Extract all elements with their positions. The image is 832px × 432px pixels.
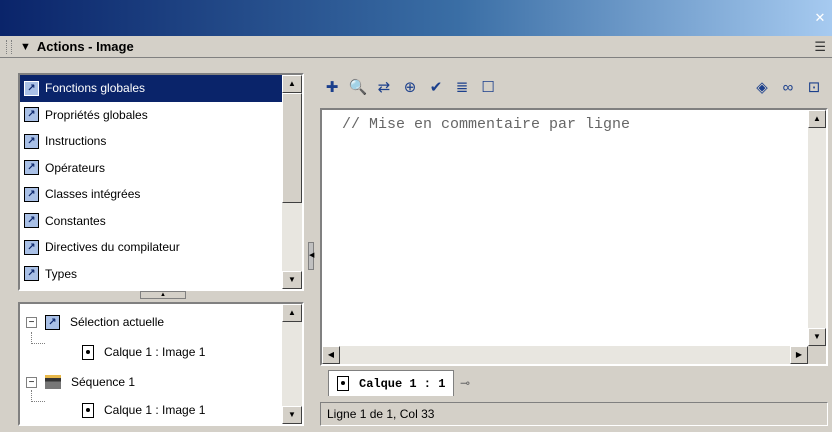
- pin-script-icon[interactable]: ⊸: [460, 376, 470, 390]
- scroll-up-arrow-icon[interactable]: ▲: [282, 304, 302, 322]
- editor-vertical-scrollbar[interactable]: ▲ ▼: [808, 110, 826, 346]
- scroll-thumb[interactable]: [282, 93, 302, 203]
- category-item-global-properties[interactable]: ↗ Propriétés globales: [20, 102, 282, 129]
- book-icon: ↗: [24, 160, 39, 176]
- frame-icon: [337, 376, 349, 391]
- script-editor[interactable]: // Mise en commentaire par ligne ▲ ▼ ◀ ▶: [320, 108, 828, 366]
- scroll-down-arrow-icon[interactable]: ▼: [282, 271, 302, 289]
- book-icon: ↗: [24, 186, 39, 202]
- book-icon: ↗: [24, 80, 39, 96]
- script-navigator-tree[interactable]: − ↗ Sélection actuelle Calque 1 : Image …: [18, 302, 304, 426]
- category-label: Propriétés globales: [45, 107, 148, 122]
- category-label: Opérateurs: [45, 160, 106, 175]
- target-path-icon[interactable]: ⊕: [398, 76, 422, 98]
- tree-item-sequence-frame[interactable]: Calque 1 : Image 1: [82, 398, 205, 422]
- script-toolbar: ✚ 🔍 ⇄ ⊕ ✔ ≣ ☐ ◈ ∞ ⊡: [320, 72, 828, 102]
- frame-icon: [82, 402, 94, 418]
- vertical-splitter[interactable]: ◀: [308, 66, 314, 428]
- category-item-compiler-directives[interactable]: ↗ Directives du compilateur: [20, 234, 282, 261]
- category-item-builtin-classes[interactable]: ↗ Classes intégrées: [20, 181, 282, 208]
- scroll-down-arrow-icon[interactable]: ▼: [808, 328, 826, 346]
- scene-clapper-icon: [45, 375, 61, 389]
- add-item-icon[interactable]: ✚: [320, 76, 344, 98]
- tree-label: Calque 1 : Image 1: [104, 345, 206, 359]
- category-item-global-functions[interactable]: ↗ Fonctions globales: [20, 75, 282, 102]
- category-label: Classes intégrées: [45, 187, 141, 202]
- category-label: Instructions: [45, 134, 107, 149]
- view-options-icon[interactable]: ⊡: [802, 76, 826, 98]
- scroll-down-arrow-icon[interactable]: ▼: [282, 406, 302, 424]
- selection-arrow-icon: ↗: [45, 314, 60, 330]
- close-icon[interactable]: ✕: [812, 10, 828, 26]
- category-item-operators[interactable]: ↗ Opérateurs: [20, 155, 282, 182]
- panel-menu-icon[interactable]: ☰: [814, 39, 826, 55]
- drag-grip-icon[interactable]: [6, 39, 12, 54]
- category-label: Fonctions globales: [45, 81, 146, 96]
- scroll-left-arrow-icon[interactable]: ◀: [322, 346, 340, 364]
- check-syntax-icon[interactable]: ✔: [424, 76, 448, 98]
- tree-label: Séquence 1: [71, 375, 136, 389]
- tree-label: Calque 1 : Image 1: [104, 403, 206, 417]
- scroll-corner: [808, 346, 826, 364]
- tab-label: Calque 1 : 1: [359, 376, 446, 391]
- actions-category-list[interactable]: ↗ Fonctions globales ↗ Propriétés global…: [18, 73, 304, 291]
- tree-item-selection-frame[interactable]: Calque 1 : Image 1: [82, 340, 205, 364]
- tree-item-current-selection[interactable]: − ↗ Sélection actuelle: [26, 310, 164, 334]
- code-hint-icon[interactable]: ☐: [476, 76, 500, 98]
- code-line[interactable]: // Mise en commentaire par ligne: [342, 116, 630, 133]
- category-item-constants[interactable]: ↗ Constantes: [20, 208, 282, 235]
- horizontal-splitter-handle[interactable]: ▲: [140, 291, 186, 299]
- category-item-statements[interactable]: ↗ Instructions: [20, 128, 282, 155]
- book-icon: ↗: [24, 133, 39, 149]
- scroll-right-arrow-icon[interactable]: ▶: [790, 346, 808, 364]
- find-icon[interactable]: 🔍: [346, 76, 370, 98]
- scroll-up-arrow-icon[interactable]: ▲: [282, 75, 302, 93]
- tree-scrollbar[interactable]: ▲ ▼: [282, 304, 302, 424]
- frame-icon: [82, 344, 94, 360]
- tree-label: Sélection actuelle: [70, 315, 165, 329]
- category-list-scrollbar[interactable]: ▲ ▼: [282, 75, 302, 289]
- book-icon: ↗: [24, 266, 39, 282]
- collapse-toggle-icon[interactable]: −: [26, 316, 37, 328]
- book-icon: ↗: [24, 213, 39, 229]
- window-title-bar[interactable]: ✕: [0, 0, 832, 36]
- debug-options-icon[interactable]: ∞: [776, 76, 800, 98]
- replace-icon[interactable]: ⇄: [372, 76, 396, 98]
- editor-horizontal-scrollbar[interactable]: ◀ ▶: [322, 346, 808, 364]
- panel-header[interactable]: ▼ Actions - Image ☰: [0, 36, 832, 58]
- category-label: Directives du compilateur: [45, 240, 180, 255]
- script-tabs: Calque 1 : 1 ⊸: [320, 368, 828, 398]
- book-icon: ↗: [24, 107, 39, 123]
- category-label: Constantes: [45, 213, 106, 228]
- tab-current-script[interactable]: Calque 1 : 1: [328, 370, 455, 396]
- status-bar: Ligne 1 de 1, Col 33: [320, 402, 828, 426]
- panel-title: Actions - Image: [36, 39, 134, 54]
- collapse-toggle-icon[interactable]: −: [26, 376, 37, 388]
- category-label: Types: [45, 266, 78, 281]
- auto-format-icon[interactable]: ≣: [450, 76, 474, 98]
- scroll-up-arrow-icon[interactable]: ▲: [808, 110, 826, 128]
- reference-icon[interactable]: ◈: [750, 76, 774, 98]
- cursor-position: Ligne 1 de 1, Col 33: [327, 407, 435, 421]
- collapse-arrow-icon[interactable]: ▼: [20, 41, 31, 53]
- collapse-left-arrow-icon[interactable]: ◀: [308, 242, 314, 270]
- book-icon: ↗: [24, 239, 39, 255]
- category-item-types[interactable]: ↗ Types: [20, 261, 282, 288]
